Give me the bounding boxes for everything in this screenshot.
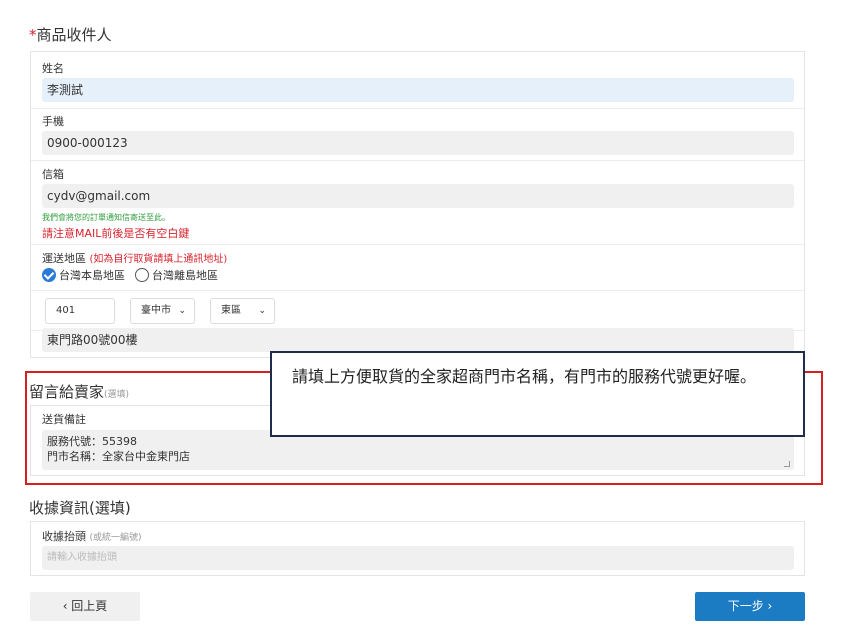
address-select-row: 401 臺中市 ⌄ 東區 ⌄ [31,290,804,330]
region-label: 運送地區 [42,252,86,265]
radio-outlying-island-label: 台灣離島地區 [152,269,218,282]
required-mark: * [29,26,37,44]
radio-outlying-island[interactable]: 台灣離島地區 [135,267,218,283]
receipt-title: 收據資訊(選填) [29,499,131,517]
chevron-down-icon: ⌄ [258,306,266,316]
zip-input[interactable]: 401 [45,298,115,324]
recipient-card: 姓名 李測試 手機 0900-000123 信箱 cydv@gmail.com … [30,51,805,358]
radio-main-island[interactable]: 台灣本島地區 [42,267,125,283]
back-button[interactable]: ‹ 回上頁 [30,592,140,621]
email-warning: 請注意MAIL前後是否有空白鍵 [42,227,190,240]
receipt-header-input[interactable]: 請輸入收據抬頭 [42,546,794,570]
region-row-divider [31,244,804,245]
city-select[interactable]: 臺中市 ⌄ [130,298,195,324]
phone-label: 手機 [42,115,64,128]
address-input[interactable]: 東門路00號00樓 [42,328,794,352]
region-hint: (如為自行取貨請填上通訊地址) [89,254,228,265]
district-select[interactable]: 東區 ⌄ [210,298,275,324]
district-select-value: 東區 [221,305,241,316]
phone-row-divider [31,108,804,109]
receipt-card: 收據抬頭 (或統一編號) 請輸入收據抬頭 [30,521,805,576]
recipient-title: 商品收件人 [36,26,112,44]
receipt-header-label: 收據抬頭 [42,530,86,543]
callout-annotation: 請填上方便取貨的全家超商門市名稱，有門市的服務代號更好喔。 [270,351,805,437]
unchecked-radio-icon [135,268,149,282]
email-row-divider [31,160,804,161]
radio-main-island-label: 台灣本島地區 [59,269,125,282]
name-input[interactable]: 李測試 [42,78,794,102]
chevron-down-icon: ⌄ [178,306,186,316]
email-note: 我們會將您的訂單通知信寄送至此。 [42,213,170,222]
email-input[interactable]: cydv@gmail.com [42,184,794,208]
city-select-value: 臺中市 [141,305,171,316]
receipt-header-label-wrap: 收據抬頭 (或統一編號) [42,528,142,544]
receipt-header-hint: (或統一編號) [89,533,142,543]
phone-input[interactable]: 0900-000123 [42,131,794,155]
name-label: 姓名 [42,62,64,75]
checked-radio-icon [42,268,56,282]
region-label-wrap: 運送地區 (如為自行取貨請填上通訊地址) [42,250,227,266]
next-step-button[interactable]: 下一步 › [695,592,805,621]
recipient-section-title: *商品收件人 [29,24,112,45]
email-label: 信箱 [42,168,64,181]
